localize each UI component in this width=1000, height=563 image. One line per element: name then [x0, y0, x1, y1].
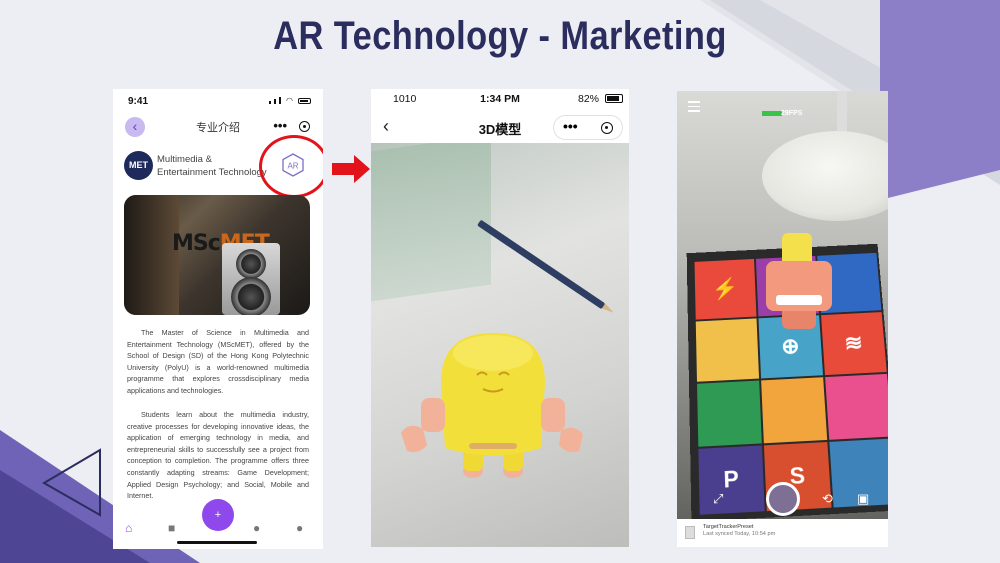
phone-screenshot-3d-model: 1010 1:34 PM 82% ‹ 3D模型 •••: [371, 89, 629, 547]
programme-logo: MET: [124, 151, 153, 180]
programme-name: Multimedia & Entertainment Technology: [157, 154, 267, 178]
menu-icon[interactable]: [688, 101, 700, 115]
battery-icon: [298, 98, 311, 104]
phone-screenshot-ar-camera: ⚡ ⊕ ≋ P S 29FPS ⤢ ⟲ ▣ TargetTrackerPrese…: [677, 91, 888, 547]
close-miniprogram-button[interactable]: [601, 122, 613, 134]
home-icon[interactable]: ⌂: [125, 521, 132, 535]
arrow-right-icon: [332, 155, 370, 183]
3d-character-model: [401, 333, 583, 478]
people-icon[interactable]: ●: [253, 521, 260, 535]
status-indicators: ◠: [269, 96, 311, 105]
phone-screenshot-programme: 9:41 ◠ ‹ 专业介绍 ••• MET Multimedia & Enter…: [113, 89, 323, 549]
add-icon[interactable]: +: [202, 499, 234, 531]
lamp-base-image: [762, 131, 888, 221]
shutter-button[interactable]: [766, 482, 800, 516]
target-footer: TargetTrackerPreset Last synced Today, 1…: [677, 519, 888, 547]
gallery-icon[interactable]: ▣: [857, 491, 869, 507]
file-icon: [685, 526, 695, 539]
fps-indicator: [762, 111, 782, 116]
highlight-circle: [259, 135, 323, 198]
video-icon[interactable]: ■: [168, 521, 175, 535]
wifi-icon: ◠: [286, 96, 293, 105]
description-paragraph-1: The Master of Science in Multimedia and …: [127, 328, 309, 395]
capsule-menu: •••: [553, 115, 623, 140]
flip-camera-icon[interactable]: ⟲: [822, 491, 833, 507]
status-time: 9:41: [128, 96, 149, 107]
ar-robot-model: [762, 233, 836, 329]
programme-header: MET Multimedia & Entertainment Technolog…: [124, 151, 274, 181]
pencil-image: [477, 219, 606, 310]
target-name: TargetTrackerPreset: [703, 524, 754, 530]
person-icon[interactable]: ●: [296, 521, 303, 535]
sync-status: Last synced Today, 10:54 pm: [703, 531, 776, 537]
more-button[interactable]: •••: [563, 118, 578, 134]
battery-icon: [605, 94, 623, 103]
slide-title: AR Technology - Marketing: [273, 14, 727, 58]
description-paragraph-2: Students learn about the multimedia indu…: [127, 410, 309, 501]
fps-label: 29FPS: [781, 110, 803, 117]
status-bar: 9:41 ◠: [113, 89, 323, 111]
battery-percent: 82%: [577, 93, 599, 105]
nav-bar: ‹ 3D模型 •••: [371, 111, 629, 143]
speaker-image: [222, 243, 280, 315]
programme-photo: MScMET: [124, 195, 310, 315]
close-miniprogram-button[interactable]: [299, 121, 310, 132]
nav-title: 专业介绍: [196, 122, 240, 134]
more-button[interactable]: •••: [273, 118, 287, 133]
home-indicator: [177, 541, 257, 544]
green-paper-image: [371, 134, 491, 302]
status-bar: 1010 1:34 PM 82%: [371, 89, 629, 111]
expand-icon[interactable]: ⤢: [713, 491, 723, 507]
